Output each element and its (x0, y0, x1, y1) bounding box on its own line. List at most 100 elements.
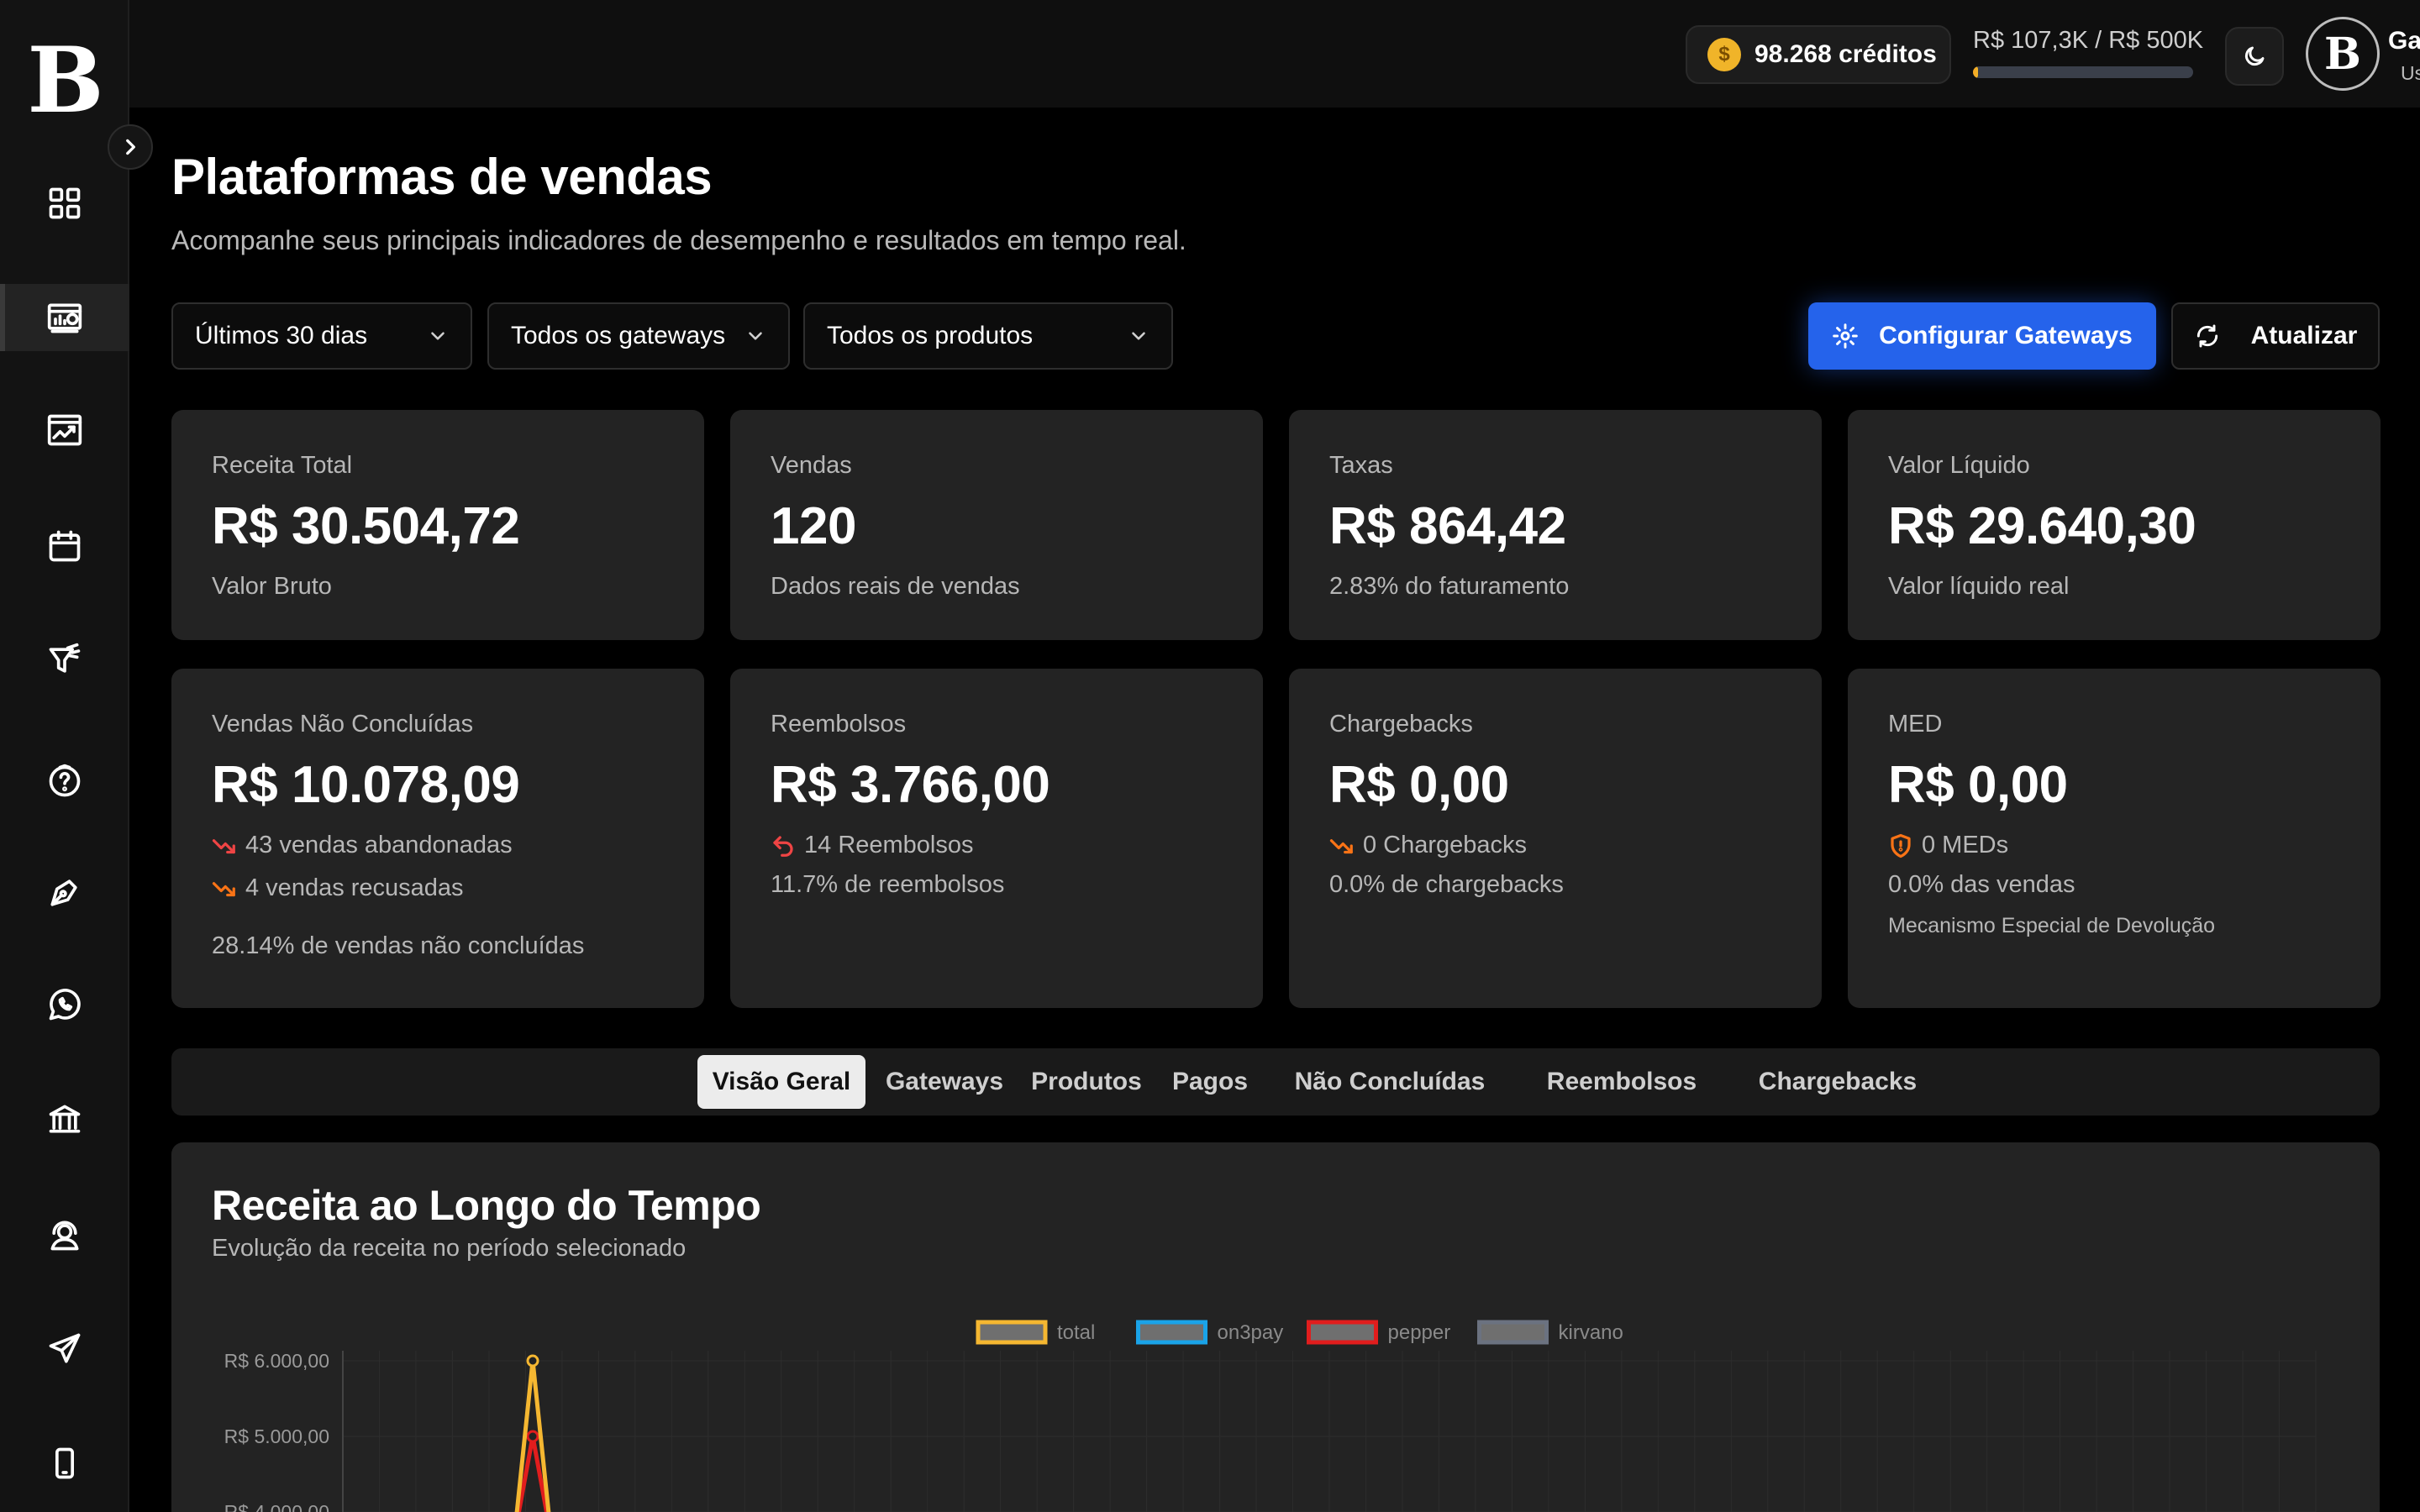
sidebar-item-analytics[interactable] (0, 396, 129, 464)
med-count: 0 MEDs (1922, 832, 2009, 858)
chargebacks-row: 0 Chargebacks (1329, 832, 1783, 859)
chevron-down-icon (431, 332, 445, 340)
refresh-label: Atualizar (2250, 322, 2358, 349)
sidebar: B (0, 0, 129, 1512)
y-tick-label: R$ 6.000,00 (224, 1350, 329, 1372)
help-icon (49, 764, 81, 797)
coin-icon: $ (1707, 38, 1741, 71)
chevron-down-icon (1132, 332, 1145, 340)
card-net: Valor Líquido R$ 29.640,30 Valor líquido… (1848, 410, 2381, 640)
sidebar-item-send[interactable] (0, 1315, 129, 1383)
card-sub: 2.83% do faturamento (1329, 573, 1570, 600)
sidebar-item-support[interactable] (0, 1201, 129, 1268)
y-tick-label: R$ 5.000,00 (224, 1425, 329, 1447)
bank-icon (49, 1105, 81, 1133)
undo-icon (773, 835, 793, 857)
tab-products[interactable]: Produtos (1023, 1055, 1150, 1109)
period-select-value: Últimos 30 dias (195, 322, 368, 349)
chargebacks-count: 0 Chargebacks (1363, 832, 1528, 858)
legend-swatch-on3pay (1136, 1320, 1207, 1345)
card-value: R$ 29.640,30 (1888, 497, 2196, 555)
med-row: 0 MEDs (1888, 832, 2342, 859)
pen-tool-icon (50, 879, 77, 906)
card-value: R$ 10.078,09 (212, 756, 520, 814)
user-role: Usuário (2401, 62, 2420, 84)
card-sales: Vendas 120 Dados reais de vendas (730, 410, 1263, 640)
brand-logo[interactable]: B (27, 35, 103, 126)
sidebar-item-whatsapp[interactable] (0, 971, 129, 1038)
period-select[interactable]: Últimos 30 dias (171, 302, 472, 370)
refresh-button[interactable]: Atualizar (2171, 302, 2380, 370)
abandoned-count: 43 vendas abandonadas (245, 832, 513, 858)
trending-down-icon (1329, 838, 1353, 853)
dashboard-icon (49, 187, 81, 219)
view-tabs: Visão Geral Gateways Produtos Pagos Não … (171, 1048, 2380, 1116)
legend-swatch-total (976, 1320, 1048, 1345)
send-icon (49, 1333, 81, 1363)
card-value: R$ 0,00 (1329, 756, 1509, 814)
series-point-total (526, 1354, 539, 1368)
card-label: Valor Líquido (1888, 452, 2030, 479)
chevron-right-icon (126, 139, 135, 155)
abandoned-row: 43 vendas abandonadas (212, 832, 666, 859)
moon-icon (2244, 46, 2265, 66)
product-select[interactable]: Todos os produtos (803, 302, 1173, 370)
gateway-select[interactable]: Todos os gateways (487, 302, 790, 370)
tab-chargebacks[interactable]: Chargebacks (1734, 1055, 1941, 1109)
tab-incomplete[interactable]: Não Concluídas (1270, 1055, 1509, 1109)
incomplete-rate: 28.14% de vendas não concluídas (212, 932, 585, 959)
sidebar-item-funnel[interactable] (0, 627, 129, 694)
tab-gateways[interactable]: Gateways (882, 1055, 1007, 1109)
chart-subtitle: Evolução da receita no período seleciona… (212, 1235, 687, 1262)
refunds-rate: 11.7% de reembolsos (771, 871, 1005, 898)
sales-platforms-icon (47, 303, 82, 333)
sidebar-item-help[interactable] (0, 748, 129, 815)
card-value: R$ 0,00 (1888, 756, 2068, 814)
sidebar-item-dashboard[interactable] (0, 170, 129, 237)
sidebar-item-pen-tool[interactable] (0, 858, 129, 926)
sidebar-item-mobile[interactable] (0, 1430, 129, 1497)
y-tick-label: R$ 4.000,00 (224, 1501, 329, 1512)
calendar-icon (49, 530, 81, 562)
sidebar-item-sales-platforms[interactable] (0, 284, 129, 351)
avatar[interactable]: B (2306, 17, 2380, 91)
revenue-goal-label: R$ 107,3K / R$ 500K (1973, 27, 2204, 54)
tab-overview[interactable]: Visão Geral (697, 1055, 865, 1109)
theme-toggle-button[interactable] (2225, 27, 2284, 86)
refresh-icon (2196, 324, 2217, 348)
sidebar-item-bank[interactable] (0, 1085, 129, 1152)
page-title: Plataformas de vendas (171, 149, 713, 205)
chart-title: Receita ao Longo do Tempo (212, 1182, 761, 1229)
med-description: Mecanismo Especial de Devolução (1888, 914, 2216, 937)
credits-badge[interactable]: $ 98.268 créditos (1686, 25, 1951, 84)
card-value: R$ 3.766,00 (771, 756, 1050, 814)
trending-down-icon (212, 838, 235, 853)
tab-paid[interactable]: Pagos (1166, 1055, 1254, 1109)
legend-label-total: total (1057, 1321, 1095, 1344)
gear-icon (1833, 323, 1858, 349)
tab-refunds[interactable]: Reembolsos (1526, 1055, 1718, 1109)
card-revenue: Receita Total R$ 30.504,72 Valor Bruto (171, 410, 704, 640)
configure-gateways-label: Configurar Gateways (1879, 322, 2133, 349)
card-label: Vendas (771, 452, 852, 479)
sidebar-item-calendar[interactable] (0, 512, 129, 580)
card-value: R$ 30.504,72 (212, 497, 520, 555)
card-label: Taxas (1329, 452, 1393, 479)
analytics-icon (47, 414, 82, 446)
card-label: Vendas Não Concluídas (212, 711, 474, 738)
refunds-row: 14 Reembolsos (771, 832, 1224, 859)
user-name[interactable]: Gabryell (2388, 27, 2420, 55)
chevron-down-icon (749, 332, 762, 340)
sidebar-expand-button[interactable] (108, 124, 153, 170)
topbar: $ 98.268 créditos R$ 107,3K / R$ 500K B … (129, 0, 2420, 108)
card-sub: Dados reais de vendas (771, 573, 1020, 600)
card-incomplete: Vendas Não Concluídas R$ 10.078,09 43 ve… (171, 669, 704, 1008)
credits-label: 98.268 créditos (1754, 40, 1937, 68)
configure-gateways-button[interactable]: Configurar Gateways (1808, 302, 2156, 370)
chargebacks-rate: 0.0% de chargebacks (1329, 871, 1564, 898)
revenue-chart-card: R$ 6.000,00 R$ 5.000,00 R$ 4.000,00 total on… (171, 1142, 2380, 1512)
card-label: Chargebacks (1329, 711, 1473, 738)
whatsapp-icon (49, 989, 81, 1021)
mobile-icon (55, 1447, 74, 1479)
med-rate: 0.0% das vendas (1888, 871, 2075, 898)
